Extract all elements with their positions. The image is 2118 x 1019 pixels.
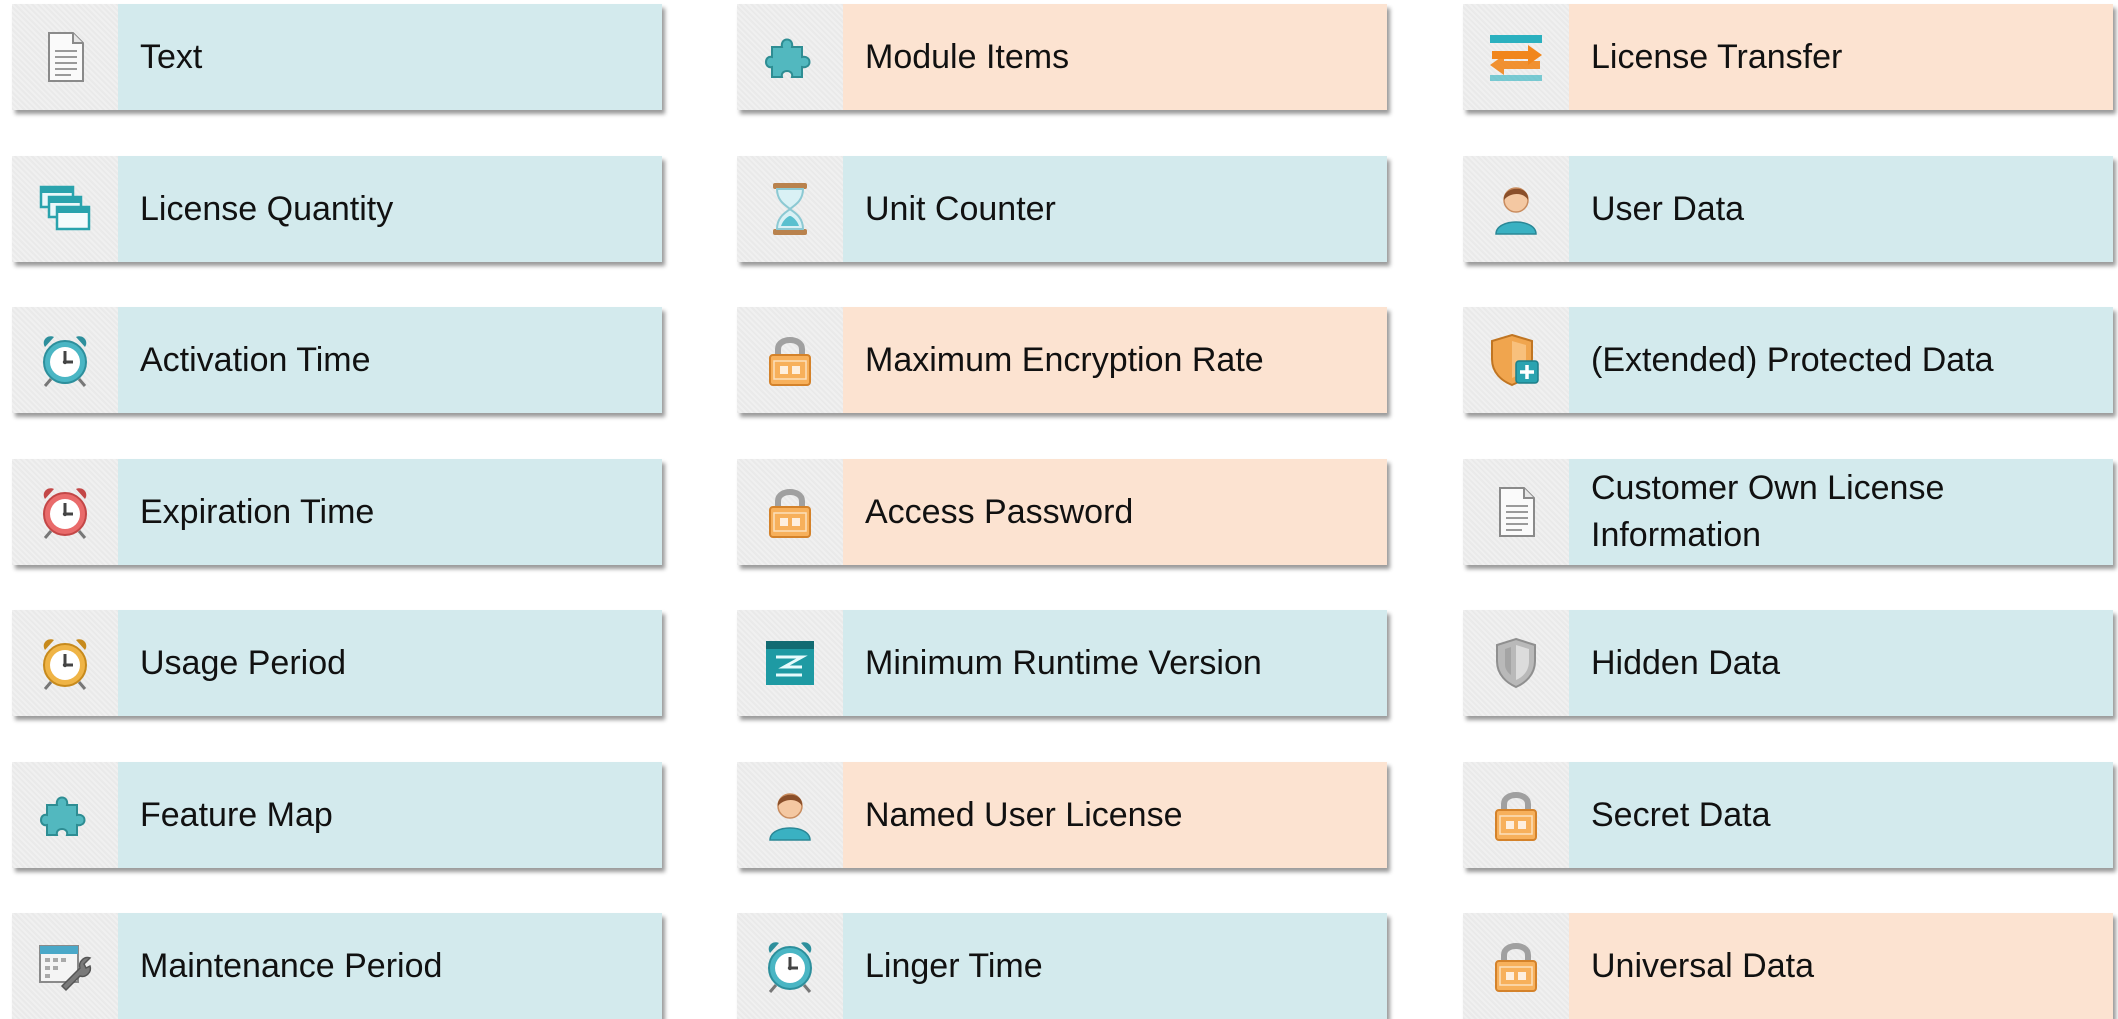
tile-unit-counter[interactable]: Unit Counter: [737, 156, 1387, 262]
tile-label: Hidden Data: [1569, 610, 2113, 716]
padlock-icon: [737, 459, 843, 565]
tile-activation-time[interactable]: Activation Time: [12, 307, 662, 413]
tile-maximum-encryption-rate[interactable]: Maximum Encryption Rate: [737, 307, 1387, 413]
tile-linger-time[interactable]: Linger Time: [737, 913, 1387, 1019]
tile-user-data[interactable]: User Data: [1463, 156, 2113, 262]
tile-label: License Quantity: [118, 156, 662, 262]
tile-label: Module Items: [843, 4, 1387, 110]
tile-feature-map[interactable]: Feature Map: [12, 762, 662, 868]
alarm-clock-red-icon: [12, 459, 118, 565]
alarm-clock-teal-icon: [737, 913, 843, 1019]
tile-universal-data[interactable]: Universal Data: [1463, 913, 2113, 1019]
document-icon: [12, 4, 118, 110]
tile-label: Text: [118, 4, 662, 110]
tile-hidden-data[interactable]: Hidden Data: [1463, 610, 2113, 716]
user-icon: [737, 762, 843, 868]
tile-label: Maintenance Period: [118, 913, 662, 1019]
tile-label: User Data: [1569, 156, 2113, 262]
tile-extended-protected-data[interactable]: (Extended) Protected Data: [1463, 307, 2113, 413]
alarm-clock-teal-icon: [12, 307, 118, 413]
tile-label: Named User License: [843, 762, 1387, 868]
tile-label: Access Password: [843, 459, 1387, 565]
tile-label: Minimum Runtime Version: [843, 610, 1387, 716]
tile-module-items[interactable]: Module Items: [737, 4, 1387, 110]
tile-label: Usage Period: [118, 610, 662, 716]
padlock-icon: [737, 307, 843, 413]
tile-label: Feature Map: [118, 762, 662, 868]
tile-minimum-runtime-version[interactable]: Minimum Runtime Version: [737, 610, 1387, 716]
shield-plus-icon: [1463, 307, 1569, 413]
tile-license-quantity[interactable]: License Quantity: [12, 156, 662, 262]
tile-named-user-license[interactable]: Named User License: [737, 762, 1387, 868]
transfer-arrows-icon: [1463, 4, 1569, 110]
stacked-windows-icon: [12, 156, 118, 262]
tile-access-password[interactable]: Access Password: [737, 459, 1387, 565]
padlock-icon: [1463, 762, 1569, 868]
document-icon: [1463, 459, 1569, 565]
tile-label: Customer Own License Information: [1569, 459, 2113, 565]
tile-usage-period[interactable]: Usage Period: [12, 610, 662, 716]
tile-label: License Transfer: [1569, 4, 2113, 110]
puzzle-piece-icon: [12, 762, 118, 868]
tile-maintenance-period[interactable]: Maintenance Period: [12, 913, 662, 1019]
runtime-version-icon: [737, 610, 843, 716]
tile-label: Unit Counter: [843, 156, 1387, 262]
tile-label: Expiration Time: [118, 459, 662, 565]
puzzle-piece-icon: [737, 4, 843, 110]
shield-gray-icon: [1463, 610, 1569, 716]
tile-label: Activation Time: [118, 307, 662, 413]
tile-label: Linger Time: [843, 913, 1387, 1019]
hourglass-icon: [737, 156, 843, 262]
alarm-clock-orange-icon: [12, 610, 118, 716]
tile-label: Universal Data: [1569, 913, 2113, 1019]
padlock-icon: [1463, 913, 1569, 1019]
tile-customer-own-license-information[interactable]: Customer Own License Information: [1463, 459, 2113, 565]
tile-license-transfer[interactable]: License Transfer: [1463, 4, 2113, 110]
tile-expiration-time[interactable]: Expiration Time: [12, 459, 662, 565]
tile-secret-data[interactable]: Secret Data: [1463, 762, 2113, 868]
tile-label: (Extended) Protected Data: [1569, 307, 2113, 413]
tile-label: Secret Data: [1569, 762, 2113, 868]
calendar-wrench-icon: [12, 913, 118, 1019]
tile-text[interactable]: Text: [12, 4, 662, 110]
tile-label: Maximum Encryption Rate: [843, 307, 1387, 413]
user-icon: [1463, 156, 1569, 262]
